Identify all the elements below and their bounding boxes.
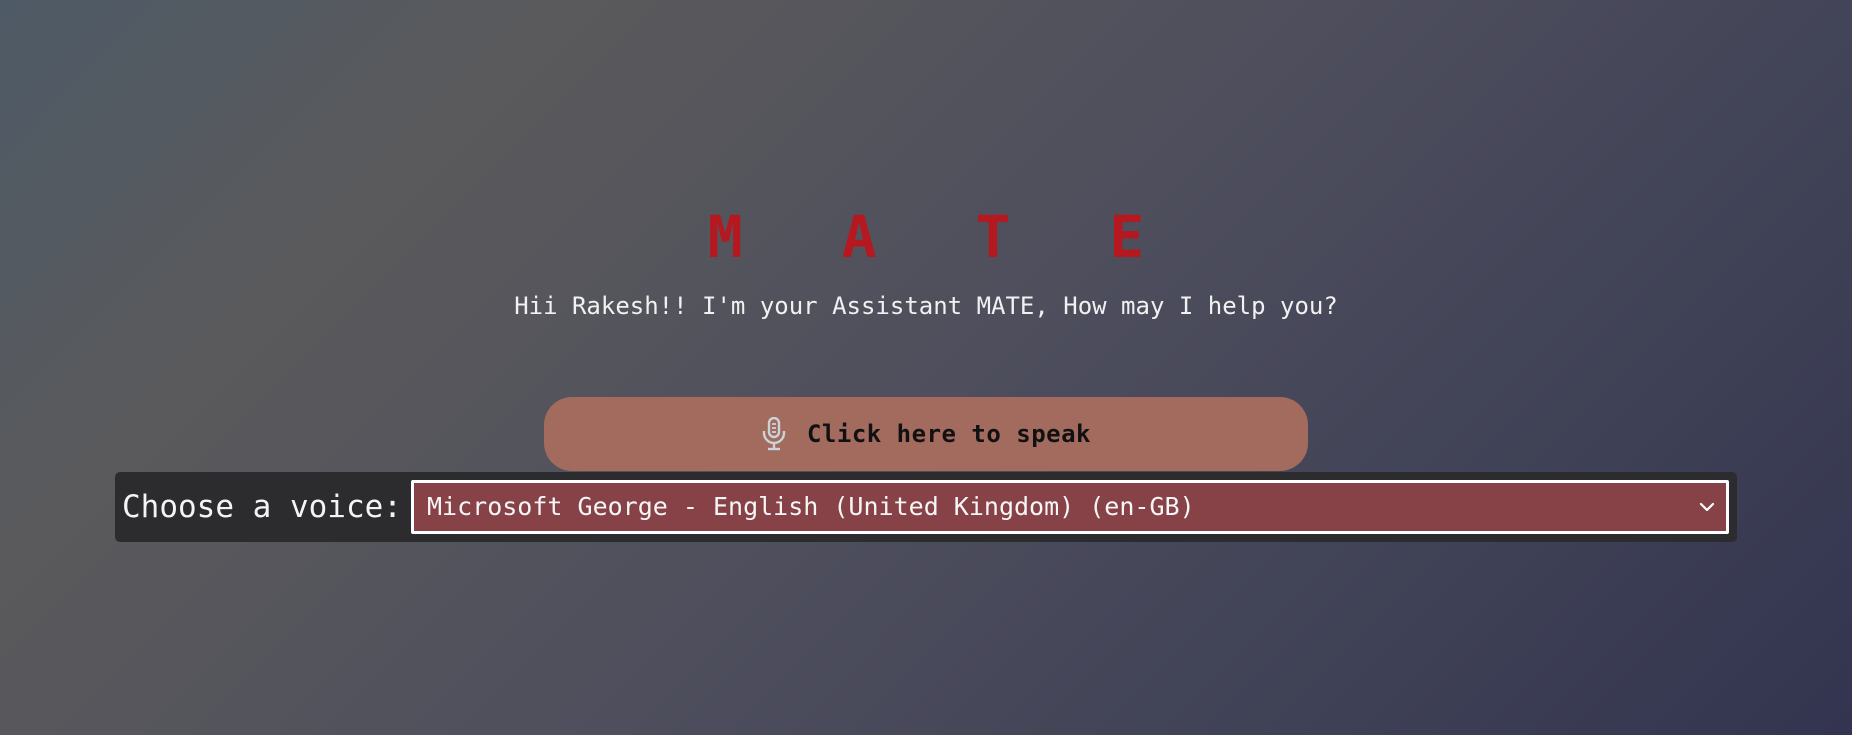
greeting-text: Hii Rakesh!! I'm your Assistant MATE, Ho… — [514, 292, 1338, 320]
voice-label: Choose a voice: — [122, 489, 402, 525]
speak-button-label: Click here to speak — [806, 420, 1092, 448]
microphone-icon — [761, 416, 787, 451]
app-title: M A T E — [707, 203, 1177, 271]
speak-button[interactable]: Click here to speak — [544, 397, 1308, 471]
voice-chooser: Choose a voice: Microsoft George - Engli… — [115, 472, 1737, 542]
chevron-down-icon — [1698, 498, 1716, 516]
voice-select[interactable]: Microsoft George - English (United Kingd… — [411, 480, 1729, 534]
voice-select-value: Microsoft George - English (United Kingd… — [427, 492, 1195, 521]
